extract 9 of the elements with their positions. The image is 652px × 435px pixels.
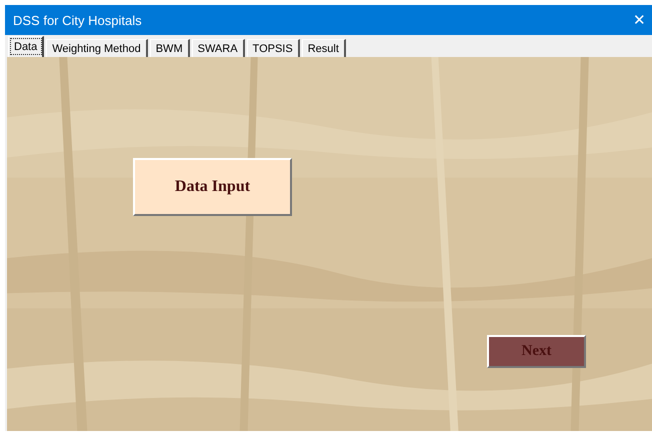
tab[interactable]: BWM <box>150 39 190 57</box>
window-title: DSS for City Hospitals <box>13 12 142 28</box>
tab[interactable]: SWARA <box>192 39 245 57</box>
tab[interactable]: TOPSIS <box>246 39 300 57</box>
tab[interactable]: Weighting Method <box>46 39 148 57</box>
data-input-button[interactable]: Data Input <box>133 158 292 216</box>
tab[interactable]: Result <box>302 39 346 57</box>
close-button[interactable]: ✕ <box>627 12 652 28</box>
tab[interactable]: Data <box>8 36 44 57</box>
